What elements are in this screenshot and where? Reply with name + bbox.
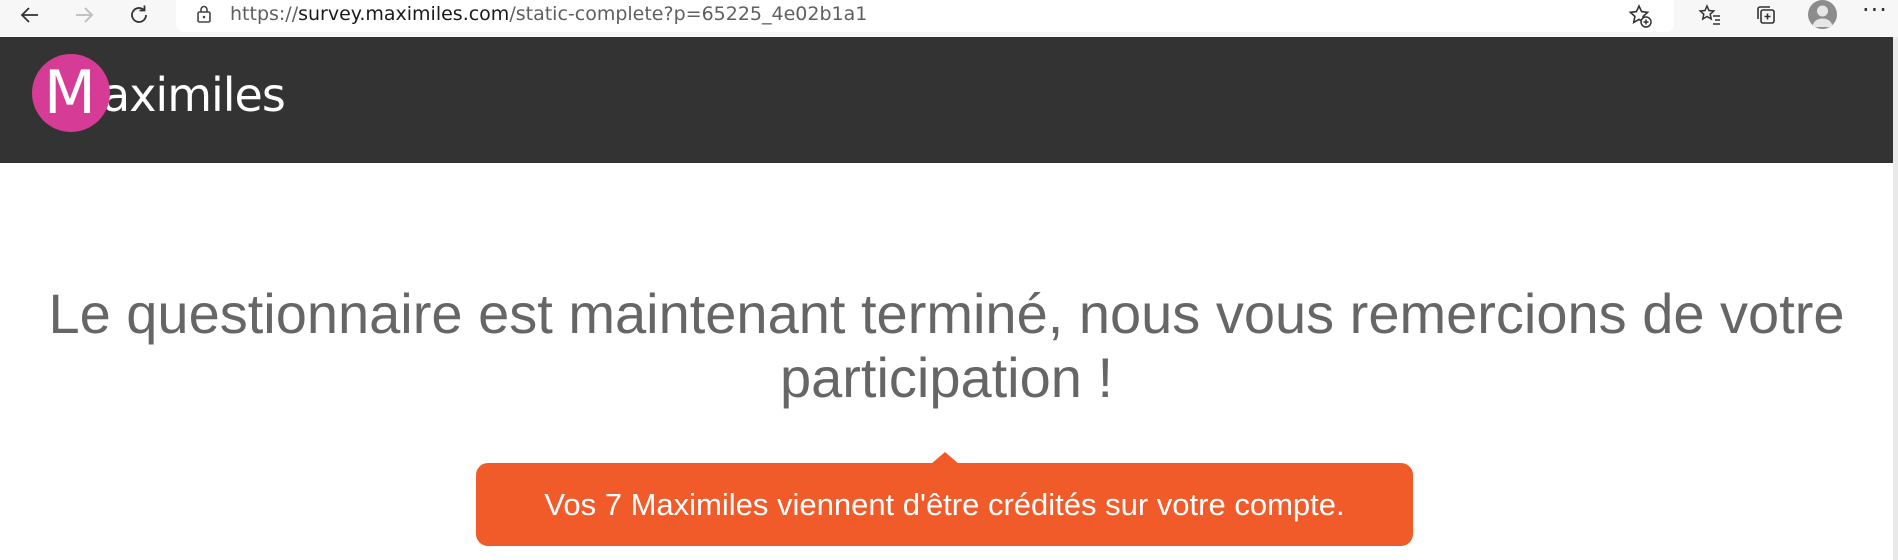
profile-avatar-icon[interactable] xyxy=(1808,0,1837,29)
favorites-button[interactable] xyxy=(1692,0,1728,30)
logo-text: aximiles xyxy=(102,68,286,122)
url-host: survey.maximiles.com xyxy=(298,3,510,25)
url-prefix: https:// xyxy=(230,3,299,25)
credit-notice-text: Vos 7 Maximiles viennent d'être crédités… xyxy=(544,486,1345,522)
more-options-icon[interactable]: ··· xyxy=(1862,0,1888,24)
address-bar[interactable]: https://survey.maximiles.com/static-comp… xyxy=(176,0,1674,32)
refresh-button[interactable] xyxy=(119,0,159,30)
back-arrow-icon xyxy=(20,7,38,23)
add-favorite-icon[interactable] xyxy=(1626,2,1654,30)
favorites-icon xyxy=(1698,4,1720,25)
site-header: M aximiles xyxy=(0,37,1893,163)
url-text[interactable]: https://survey.maximiles.com/static-comp… xyxy=(230,3,867,25)
logo-initial: M xyxy=(44,58,96,128)
browser-toolbar: https://survey.maximiles.com/static-comp… xyxy=(0,0,1898,37)
lock-icon[interactable] xyxy=(194,4,214,24)
url-path: /static-complete?p=65225_4e02b1a1 xyxy=(509,3,868,25)
collections-button[interactable] xyxy=(1748,0,1784,30)
refresh-icon xyxy=(131,5,147,23)
collections-icon xyxy=(1757,6,1775,24)
credit-notice: Vos 7 Maximiles viennent d'être crédités… xyxy=(476,463,1413,546)
back-button[interactable] xyxy=(10,0,50,30)
forward-arrow-icon xyxy=(76,7,94,23)
forward-button[interactable] xyxy=(64,0,104,30)
scrollbar-track[interactable] xyxy=(1893,37,1898,560)
maximiles-logo[interactable]: M aximiles xyxy=(32,53,286,133)
logo-circle: M xyxy=(32,54,110,132)
completion-message: Le questionnaire est maintenant terminé,… xyxy=(48,282,1845,409)
